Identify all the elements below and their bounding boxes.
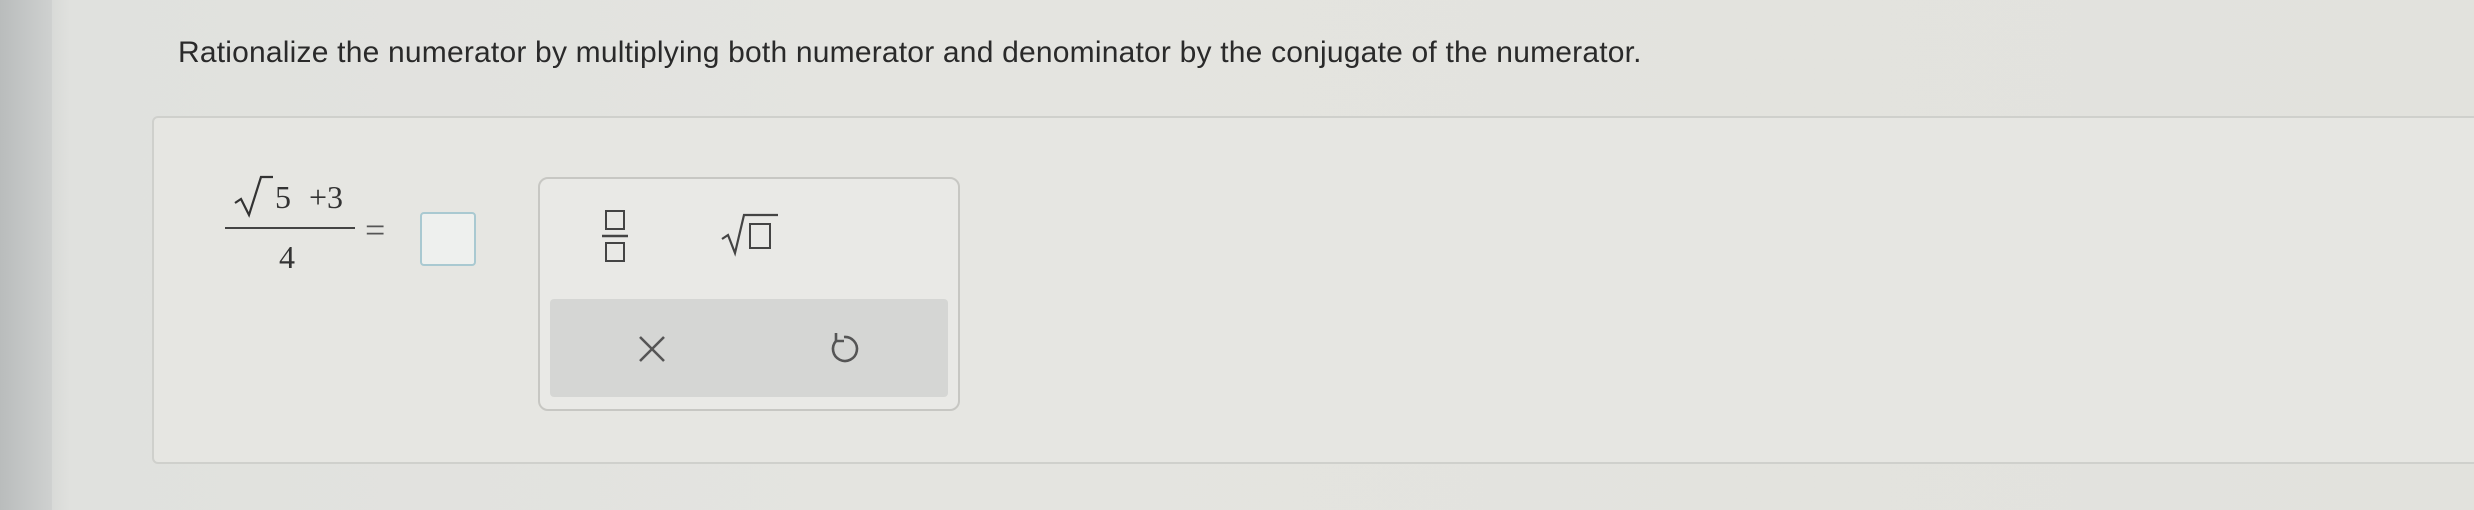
close-icon [639,336,665,362]
keypad-action-bar [550,299,948,397]
expression-radicand: 5 [275,179,291,215]
expression-denominator: 4 [279,239,295,275]
equals-sign: = [365,210,386,250]
math-keypad [538,177,960,411]
fraction-bar [225,227,355,229]
page-left-edge [0,0,52,510]
answer-panel [152,116,2474,464]
expression-numerator: 5 +3 [233,175,383,219]
expression-numerator-rest: +3 [309,179,344,215]
question-prompt: Rationalize the numerator by multiplying… [178,36,1642,69]
square-root-icon [721,213,778,257]
answer-input-box[interactable] [420,212,476,266]
fraction-button[interactable] [596,205,636,265]
square-root-button[interactable] [720,211,780,259]
radical-sign-icon [234,175,273,218]
clear-button[interactable] [630,327,674,371]
fraction-icon [602,210,628,262]
undo-button[interactable] [822,327,866,371]
undo-icon [831,333,859,363]
